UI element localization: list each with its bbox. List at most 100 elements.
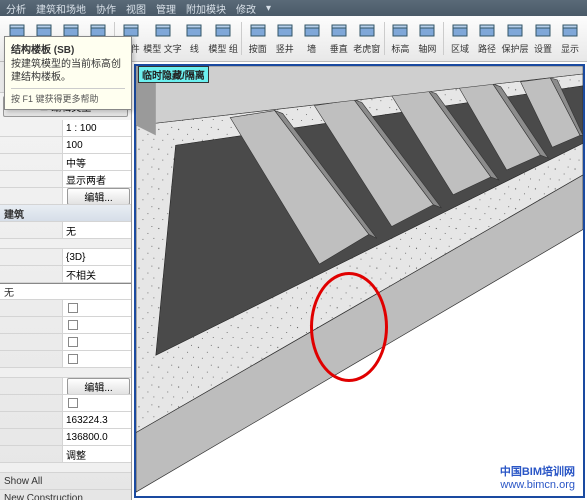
property-row[interactable]: 无 (0, 283, 131, 300)
property-row[interactable]: 中等 (0, 154, 131, 171)
tooltip-help: 按 F1 键获得更多帮助 (11, 88, 125, 105)
modeltext-icon (154, 22, 172, 40)
line-button[interactable]: 线 (181, 18, 207, 59)
area-icon (451, 22, 469, 40)
ribbon-label: 按面 (249, 42, 267, 55)
ribbon-label: 垂直 (330, 42, 348, 55)
property-row[interactable] (0, 300, 131, 317)
menu-item[interactable]: 修改 (236, 1, 256, 16)
property-value[interactable]: 中等 (62, 154, 131, 170)
menu-item[interactable]: 管理 (156, 1, 176, 16)
property-row[interactable] (0, 395, 131, 412)
ribbon-label: 标高 (391, 42, 409, 55)
property-row[interactable] (0, 463, 131, 473)
ribbon-label: 竖井 (276, 42, 294, 55)
checkbox[interactable] (68, 337, 78, 347)
menu-item[interactable]: 协作 (96, 1, 116, 16)
tooltip-body: 按建筑模型的当前标高创建结构楼板。 (11, 58, 125, 84)
ribbon-label: 区域 (451, 42, 469, 55)
canvas[interactable]: 临时隐藏/隔离 (132, 62, 587, 500)
path-button[interactable]: 路径 (474, 18, 500, 59)
cover-button[interactable]: 保护层 (501, 18, 529, 59)
menu-overflow[interactable]: ▾ (266, 3, 271, 14)
property-row[interactable]: 1 : 100 (0, 120, 131, 137)
menu-item[interactable]: 视图 (126, 1, 146, 16)
property-row[interactable]: 建筑 (0, 205, 131, 222)
property-row[interactable]: 不相关 (0, 266, 131, 283)
property-value[interactable]: 不相关 (62, 266, 131, 282)
line-icon (185, 22, 203, 40)
ribbon-label: 路径 (478, 42, 496, 55)
ribbon-label: 墙 (307, 42, 316, 55)
property-grid: 1 : 100100中等显示两者编辑...建筑无{3D}不相关无编辑...163… (0, 120, 131, 500)
property-row[interactable]: 编辑... (0, 378, 131, 395)
property-row[interactable]: 编辑... (0, 188, 131, 205)
tooltip-title: 结构楼板 (SB) (11, 41, 125, 56)
property-row[interactable]: 136800.0 (0, 429, 131, 446)
property-row[interactable] (0, 239, 131, 249)
grid-button[interactable]: 轴网 (414, 18, 440, 59)
property-value[interactable]: {3D} (62, 249, 131, 265)
annotation-ellipse (310, 272, 388, 382)
group-icon (214, 22, 232, 40)
wall-button[interactable]: 墙 (299, 18, 325, 59)
property-row[interactable]: 显示两者 (0, 171, 131, 188)
checkbox[interactable] (68, 320, 78, 330)
tooltip: 结构楼板 (SB) 按建筑模型的当前标高创建结构楼板。 按 F1 键获得更多帮助 (4, 36, 132, 110)
workspace: ▾ 编辑类型 1 : 100100中等显示两者编辑...建筑无{3D}不相关无编… (0, 62, 587, 500)
property-value[interactable]: 163224.3 (62, 412, 131, 428)
path-icon (478, 22, 496, 40)
ribbon-label: 模型 文字 (143, 42, 182, 55)
property-value[interactable]: 无 (62, 222, 131, 238)
property-row[interactable]: 无 (0, 222, 131, 239)
level-icon (391, 22, 409, 40)
face-button[interactable]: 按面 (245, 18, 271, 59)
menu-item[interactable]: 建筑和场地 (36, 1, 86, 16)
menu-item[interactable]: 附加模块 (186, 1, 226, 16)
ribbon-label: 模型 组 (208, 42, 238, 55)
ribbon: 结构楼板 (SB) 按建筑模型的当前标高创建结构楼板。 按 F1 键获得更多帮助… (0, 16, 587, 62)
checkbox[interactable] (68, 398, 78, 408)
vertical-button[interactable]: 垂直 (326, 18, 352, 59)
edit-button[interactable]: 编辑... (67, 378, 129, 394)
dormer-icon (358, 22, 376, 40)
canvas-status-tag: 临时隐藏/隔离 (138, 66, 209, 83)
face-icon (249, 22, 267, 40)
property-value[interactable]: 显示两者 (62, 171, 131, 187)
ribbon-label: 轴网 (418, 42, 436, 55)
shaft-icon (276, 22, 294, 40)
property-row[interactable]: {3D} (0, 249, 131, 266)
grid-icon (418, 22, 436, 40)
modeltext-button[interactable]: 模型 文字 (145, 18, 181, 59)
level-button[interactable]: 标高 (387, 18, 413, 59)
ribbon-label: 老虎窗 (353, 42, 380, 55)
checkbox[interactable] (68, 303, 78, 313)
menu-item[interactable]: 分析 (6, 1, 26, 16)
property-row[interactable] (0, 351, 131, 368)
show-button[interactable]: 显示 (557, 18, 583, 59)
property-row[interactable]: 调整 (0, 446, 131, 463)
property-row[interactable]: 100 (0, 137, 131, 154)
property-value[interactable]: 100 (62, 137, 131, 153)
dormer-button[interactable]: 老虎窗 (353, 18, 381, 59)
property-value[interactable]: 1 : 100 (62, 120, 131, 136)
property-row[interactable] (0, 368, 131, 378)
settings-button[interactable]: 设置 (530, 18, 556, 59)
checkbox[interactable] (68, 354, 78, 364)
shaft-button[interactable]: 竖井 (272, 18, 298, 59)
property-value[interactable]: 调整 (62, 446, 131, 462)
vertical-icon (330, 22, 348, 40)
property-row[interactable] (0, 334, 131, 351)
menu-bar: 分析建筑和场地协作视图管理附加模块修改 ▾ (0, 0, 587, 16)
show-icon (561, 22, 579, 40)
property-row[interactable] (0, 317, 131, 334)
dropdown-value[interactable]: 无 (0, 283, 131, 299)
property-row[interactable]: 163224.3 (0, 412, 131, 429)
ribbon-label: 设置 (534, 42, 552, 55)
property-row[interactable]: Show All (0, 473, 131, 490)
area-button[interactable]: 区域 (447, 18, 473, 59)
edit-button[interactable]: 编辑... (67, 188, 129, 204)
group-button[interactable]: 模型 组 (208, 18, 238, 59)
property-value[interactable]: 136800.0 (62, 429, 131, 445)
property-row[interactable]: New Construction (0, 490, 131, 500)
